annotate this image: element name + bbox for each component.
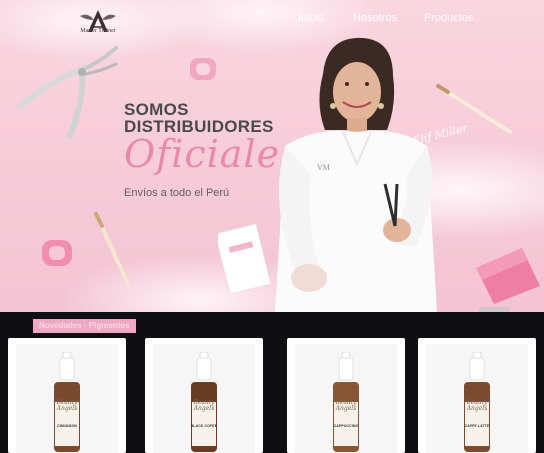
product-image: Beauty Angels CINNAMON [16, 344, 118, 453]
product-brand: Beauty Angels [193, 399, 215, 412]
product-card[interactable]: Beauty Angels BLACK COFEE [145, 338, 263, 453]
product-name: CAPPUCCINO [333, 424, 359, 428]
product-name: BLACK COFEE [190, 424, 218, 428]
product-image: Beauty Angels CAFFE LATTE [426, 344, 528, 453]
product-image: Beauty Angels CAPPUCCINO [295, 344, 397, 453]
product-box [218, 223, 272, 295]
headline-line-1: SOMOS [124, 100, 189, 119]
brand-logo[interactable] [76, 8, 120, 44]
product-name: CAFFE LATTE [464, 424, 490, 428]
ring-cup-icon [190, 58, 216, 80]
product-brand: Beauty Angels [466, 399, 488, 412]
hero-headline: SOMOS DISTRIBUIDORES [124, 101, 274, 135]
hero-banner: Master Trainer Inicio Nosotros Productos… [0, 0, 544, 312]
hero-subtitle: Envíos a todo el Perú [124, 187, 230, 199]
svg-text:VM: VM [317, 163, 330, 172]
nav-inicio[interactable]: Inicio [298, 12, 324, 24]
pigment-cup-icon [476, 248, 540, 304]
section-label: Novedades · Pigmentos [33, 319, 136, 333]
brand-name: Master Trainer [80, 28, 116, 34]
tweezers-illustration [17, 46, 118, 139]
brand-ambassador-photo: VM [275, 37, 437, 312]
product-image: Beauty Angels BLACK COFEE [153, 344, 255, 453]
product-card[interactable]: Beauty Angels CINNAMON [8, 338, 126, 453]
ring-cup-icon [42, 240, 72, 266]
product-brand: Beauty Angels [335, 399, 357, 412]
nav-nosotros[interactable]: Nosotros [353, 12, 397, 24]
microblading-pen-icon [94, 212, 130, 286]
product-card[interactable]: Beauty Angels CAPPUCCINO [287, 338, 405, 453]
product-name: CINNAMON [56, 424, 78, 428]
product-card[interactable]: Beauty Angels CAFFE LATTE [418, 338, 536, 453]
nav-productos[interactable]: Productos [424, 12, 474, 24]
product-brand: Beauty Angels [56, 399, 78, 412]
